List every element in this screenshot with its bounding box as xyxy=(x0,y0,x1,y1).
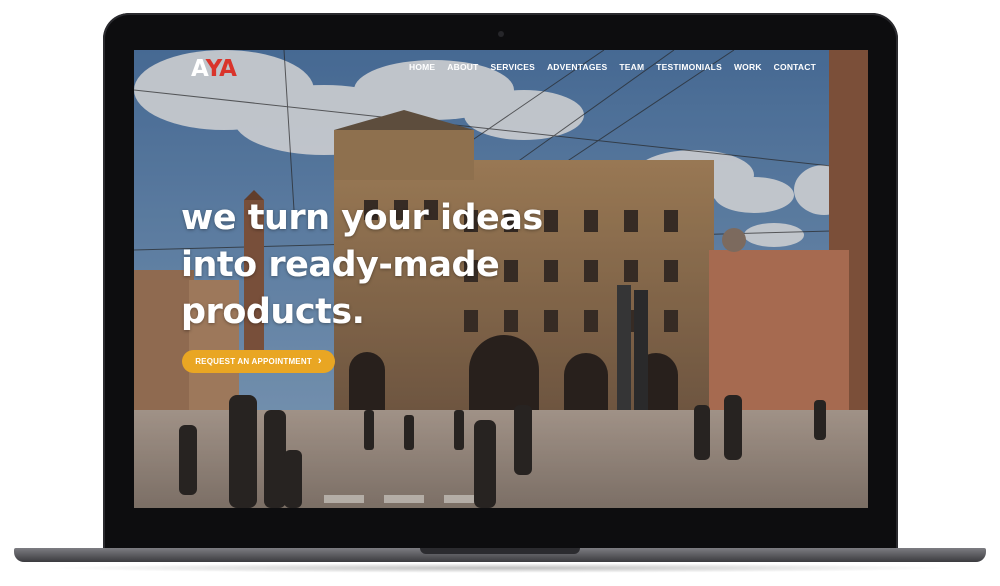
request-appointment-button[interactable]: REQUEST AN APPOINTMENT › xyxy=(182,350,335,373)
nav-work[interactable]: WORK xyxy=(734,62,762,72)
laptop-shadow xyxy=(40,563,960,573)
site-logo[interactable]: AYA xyxy=(191,56,237,82)
request-appointment-label: REQUEST AN APPOINTMENT xyxy=(195,357,312,366)
nav-home[interactable]: HOME xyxy=(409,62,435,72)
nav-about[interactable]: ABOUT xyxy=(447,62,478,72)
laptop-notch xyxy=(420,548,580,554)
nav-adventages[interactable]: ADVENTAGES xyxy=(547,62,607,72)
webcam-icon xyxy=(498,31,504,37)
hero-headline: we turn your ideas into ready-made produ… xyxy=(181,195,601,336)
hero-headline-line: we turn your ideas xyxy=(181,198,543,238)
logo-letter-a: A xyxy=(191,56,207,82)
laptop-screen: AYA HOME ABOUT SERVICES ADVENTAGES TEAM … xyxy=(134,50,868,508)
nav-services[interactable]: SERVICES xyxy=(491,62,535,72)
nav-contact[interactable]: CONTACT xyxy=(774,62,816,72)
main-navigation: HOME ABOUT SERVICES ADVENTAGES TEAM TEST… xyxy=(409,62,816,72)
nav-team[interactable]: TEAM xyxy=(619,62,644,72)
logo-letters-ya: YA xyxy=(205,56,237,82)
hero-headline-line: products. xyxy=(181,292,365,332)
nav-testimonials[interactable]: TESTIMONIALS xyxy=(656,62,722,72)
hero-headline-line: into ready-made xyxy=(181,245,500,285)
chevron-right-icon: › xyxy=(317,355,322,367)
